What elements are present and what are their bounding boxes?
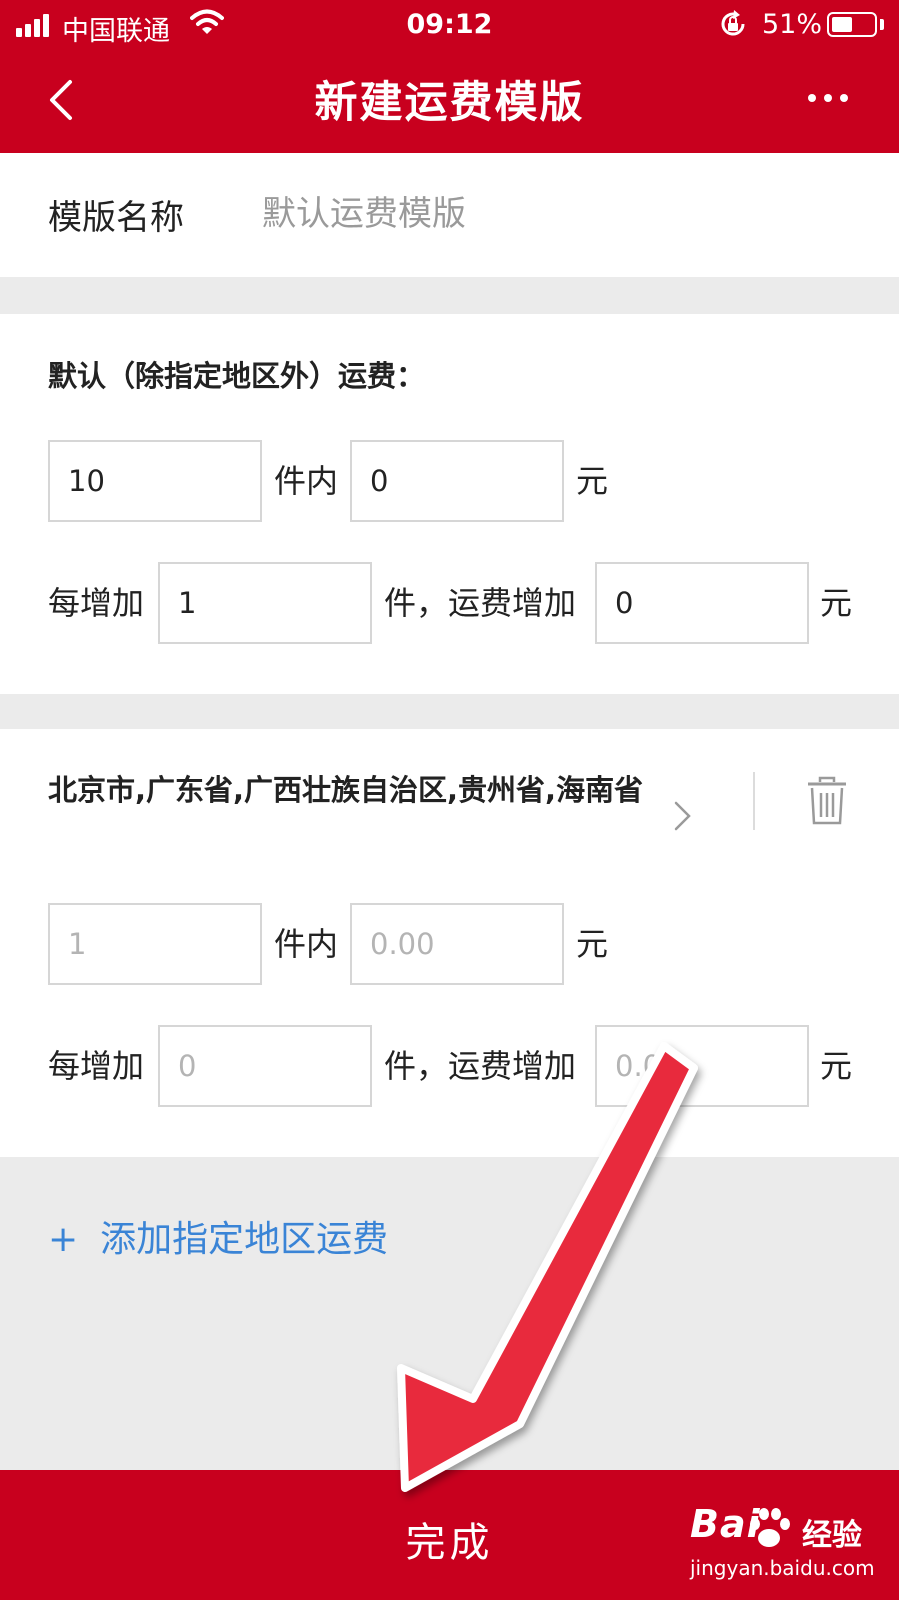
more-icon[interactable]	[806, 86, 850, 110]
add-area-link[interactable]: + 添加指定地区运费	[48, 1210, 388, 1262]
default-rule-title: 默认（除指定地区外）运费：	[48, 359, 426, 393]
plus-icon: +	[48, 1219, 79, 1260]
area-each-add-label: 每增加	[48, 1047, 145, 1085]
add-area-label: 添加指定地区运费	[100, 1219, 389, 1260]
default-each-add-label: 每增加	[48, 584, 145, 622]
battery-icon	[827, 12, 877, 37]
area-first-fee-input[interactable]	[350, 903, 564, 985]
area-regions[interactable]: 北京市,广东省,广西壮族自治区,贵州省,海南省	[48, 766, 648, 814]
template-name-input[interactable]	[262, 188, 822, 240]
paw-icon	[750, 1508, 790, 1547]
default-add-fee-input[interactable]	[595, 562, 809, 644]
watermark-jingyan: 经验	[802, 1518, 862, 1553]
default-add-count-input[interactable]	[158, 562, 372, 644]
baidu-jingyan-watermark: Bai 经验 jingyan.baidu.com	[690, 1502, 890, 1598]
area-add-count-input[interactable]	[158, 1025, 372, 1107]
trash-icon[interactable]	[806, 776, 848, 826]
template-name-label: 模版名称	[48, 198, 184, 238]
area-add-fee-input[interactable]	[595, 1025, 809, 1107]
status-bar: 中国联通 09:12 51%	[0, 0, 899, 50]
chevron-right-icon[interactable]	[672, 799, 694, 833]
area-add-unit: 件，运费增加	[384, 1047, 577, 1085]
default-currency-1: 元	[576, 462, 609, 500]
watermark-url: jingyan.baidu.com	[690, 1556, 875, 1580]
battery-nub	[880, 19, 884, 30]
area-currency-2: 元	[820, 1047, 853, 1085]
default-first-fee-input[interactable]	[350, 440, 564, 522]
battery-percent: 51%	[762, 9, 823, 40]
default-first-unit: 件内	[274, 462, 339, 500]
rotation-lock-icon	[721, 10, 745, 36]
app-header: 中国联通 09:12 51% 新建运费模版	[0, 0, 899, 153]
area-first-count-input[interactable]	[48, 903, 262, 985]
default-add-unit: 件，运费增加	[384, 584, 577, 622]
area-first-unit: 件内	[274, 925, 339, 963]
default-currency-2: 元	[820, 584, 853, 622]
area-currency-1: 元	[576, 925, 609, 963]
vertical-divider	[753, 772, 755, 830]
page-title: 新建运费模版	[314, 78, 585, 128]
default-first-count-input[interactable]	[48, 440, 262, 522]
